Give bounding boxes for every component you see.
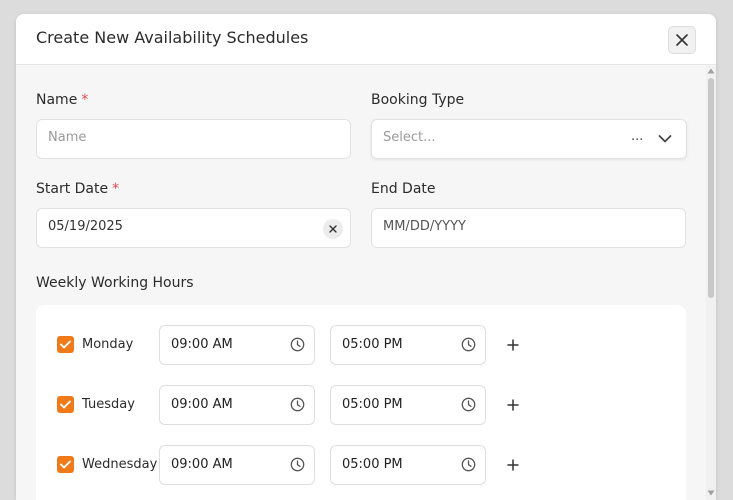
add-time-slot-button[interactable]: [506, 457, 520, 471]
start-time-value: 09:00 AM: [171, 337, 233, 352]
start-date-label: Start Date *: [36, 181, 120, 197]
weekly-hours-title: Weekly Working Hours: [36, 275, 194, 291]
plus-icon: [507, 339, 519, 351]
name-placeholder: Name: [48, 130, 87, 145]
clear-icon: [329, 225, 337, 233]
booking-type-label: Booking Type: [371, 92, 465, 108]
clock-icon: [290, 337, 305, 352]
start-date-input[interactable]: 05/19/2025: [36, 208, 351, 248]
ellipsis-indicator: ...: [631, 129, 644, 144]
end-date-input[interactable]: MM/DD/YYYY: [371, 208, 686, 248]
start-time-input[interactable]: 09:00 AM: [159, 445, 315, 485]
start-time-value: 09:00 AM: [171, 457, 233, 472]
check-icon: [60, 460, 71, 469]
required-marker: *: [81, 92, 89, 108]
weekly-hours-card: Monday 09:00 AM 05:00 PM Tuesday 09:00 A…: [36, 305, 686, 500]
day-label: Wednesday: [82, 457, 158, 472]
wednesday-checkbox[interactable]: [57, 456, 74, 473]
clock-icon: [461, 397, 476, 412]
check-icon: [60, 340, 71, 349]
clear-date-button[interactable]: [323, 219, 343, 239]
day-label: Tuesday: [82, 397, 135, 412]
clock-icon: [290, 397, 305, 412]
scroll-up-icon[interactable]: [707, 68, 715, 74]
plus-icon: [507, 399, 519, 411]
end-time-input[interactable]: 05:00 PM: [330, 325, 486, 365]
day-row-monday: Monday 09:00 AM 05:00 PM: [36, 325, 686, 365]
start-time-input[interactable]: 09:00 AM: [159, 325, 315, 365]
chevron-down-icon: [658, 135, 672, 143]
close-button[interactable]: [668, 26, 696, 54]
add-time-slot-button[interactable]: [506, 397, 520, 411]
start-time-value: 09:00 AM: [171, 397, 233, 412]
close-icon: [676, 34, 688, 46]
availability-modal: Create New Availability Schedules Name * …: [16, 14, 716, 500]
day-row-tuesday: Tuesday 09:00 AM 05:00 PM: [36, 385, 686, 425]
end-time-value: 05:00 PM: [342, 397, 403, 412]
clock-icon: [290, 457, 305, 472]
end-date-label: End Date: [371, 181, 436, 197]
name-label: Name *: [36, 92, 89, 108]
booking-type-select[interactable]: Select... ...: [371, 119, 687, 159]
start-date-value: 05/19/2025: [48, 219, 123, 234]
clock-icon: [461, 457, 476, 472]
end-time-value: 05:00 PM: [342, 457, 403, 472]
check-icon: [60, 400, 71, 409]
modal-scrollbar[interactable]: [706, 66, 716, 500]
scroll-thumb[interactable]: [708, 78, 714, 298]
add-time-slot-button[interactable]: [506, 337, 520, 351]
scroll-down-icon[interactable]: [707, 490, 715, 496]
day-row-wednesday: Wednesday 09:00 AM 05:00 PM: [36, 445, 686, 485]
end-time-input[interactable]: 05:00 PM: [330, 385, 486, 425]
day-label: Monday: [82, 337, 134, 352]
modal-header: Create New Availability Schedules: [16, 14, 716, 65]
booking-type-placeholder: Select...: [383, 130, 436, 145]
name-input[interactable]: Name: [36, 119, 351, 159]
end-time-input[interactable]: 05:00 PM: [330, 445, 486, 485]
modal-title: Create New Availability Schedules: [36, 28, 309, 47]
plus-icon: [507, 459, 519, 471]
monday-checkbox[interactable]: [57, 336, 74, 353]
clock-icon: [461, 337, 476, 352]
tuesday-checkbox[interactable]: [57, 396, 74, 413]
end-time-value: 05:00 PM: [342, 337, 403, 352]
end-date-placeholder: MM/DD/YYYY: [383, 219, 466, 234]
start-time-input[interactable]: 09:00 AM: [159, 385, 315, 425]
required-marker: *: [112, 181, 120, 197]
